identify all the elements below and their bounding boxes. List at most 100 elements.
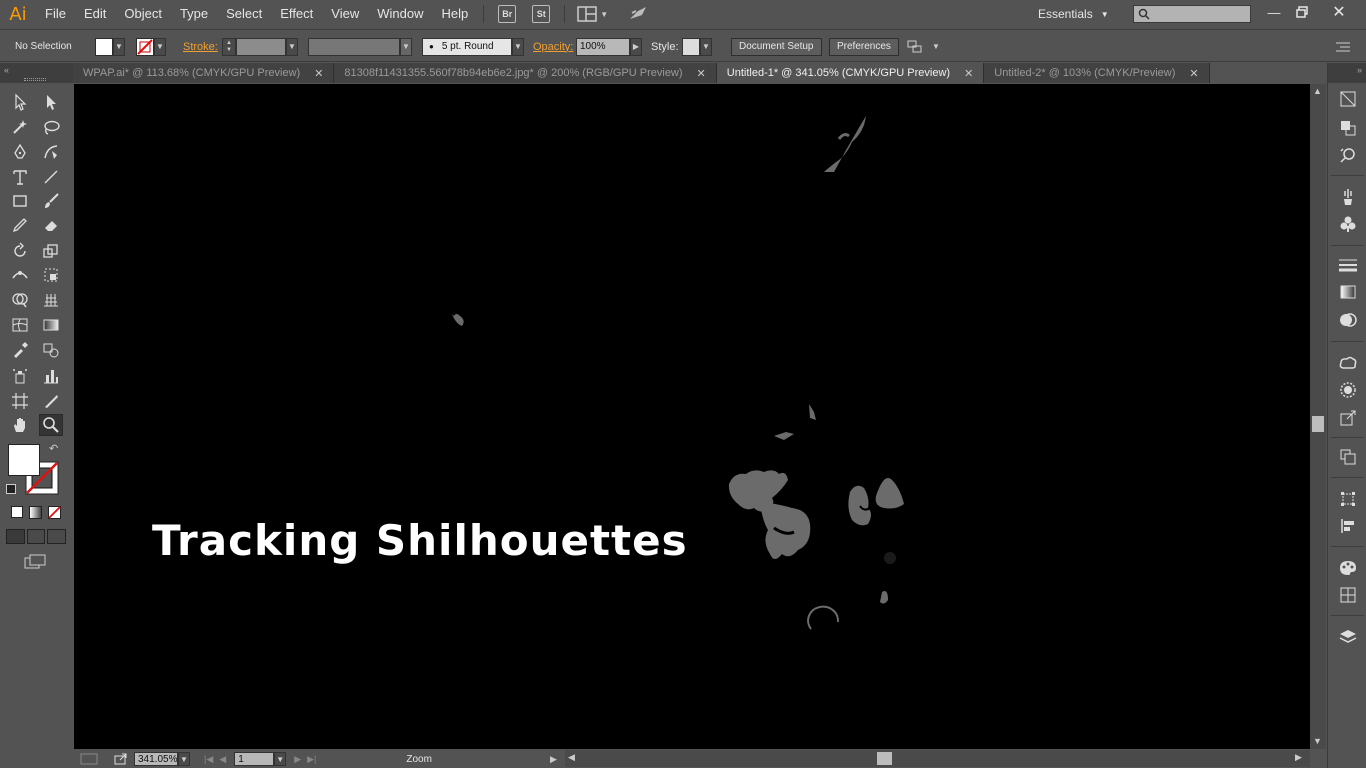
document-setup-button[interactable]: Document Setup	[731, 37, 822, 56]
stroke-weight-input[interactable]	[236, 37, 286, 56]
collapse-icon[interactable]: «	[4, 65, 9, 75]
transform-icon[interactable]	[1338, 118, 1358, 138]
stroke-none-swatch[interactable]	[136, 37, 154, 56]
stroke-label[interactable]: Stroke:	[183, 30, 218, 63]
zoom-tool[interactable]	[39, 414, 63, 436]
horizontal-scrollbar[interactable]: ◀ ▶	[565, 750, 1310, 767]
menu-view[interactable]: View	[322, 0, 368, 28]
menu-type[interactable]: Type	[171, 0, 217, 28]
symbols-icon[interactable]	[1338, 214, 1358, 234]
graphic-style-swatch[interactable]	[682, 37, 700, 56]
arrange-documents-icon[interactable]: ▼	[577, 6, 608, 22]
eraser-tool[interactable]	[39, 214, 63, 236]
stroke-swatch[interactable]: ▼	[136, 30, 166, 63]
chevron-down-icon[interactable]: ▼	[154, 37, 166, 56]
restore-button[interactable]	[1290, 2, 1314, 22]
share-icon[interactable]	[114, 753, 128, 765]
chevron-down-icon[interactable]: ▼	[932, 42, 940, 51]
document-tab-active[interactable]: Untitled-1* @ 341.05% (CMYK/GPU Preview)…	[716, 63, 985, 83]
width-tool[interactable]	[8, 264, 32, 286]
search-input[interactable]	[1133, 5, 1251, 23]
gpu-performance-icon[interactable]	[628, 5, 648, 24]
gradient-tool[interactable]	[39, 314, 63, 336]
brushes-icon[interactable]	[1338, 187, 1358, 207]
stroke-panel-icon[interactable]	[1338, 255, 1358, 275]
artboard-canvas[interactable]: Tracking Shilhouettes	[74, 84, 1310, 749]
preferences-button[interactable]: Preferences	[829, 37, 899, 56]
lasso-tool[interactable]	[39, 116, 63, 138]
chevron-down-icon[interactable]: ▼	[178, 752, 190, 766]
shape-builder-tool[interactable]	[8, 289, 32, 311]
color-guide-icon[interactable]	[1338, 89, 1358, 109]
transparency-icon[interactable]	[1338, 310, 1358, 330]
stepper-icon[interactable]: ▲ ▼	[222, 37, 236, 56]
slice-tool[interactable]	[39, 390, 63, 412]
arrange-icon[interactable]	[906, 39, 924, 55]
menu-window[interactable]: Window	[368, 0, 432, 28]
artboard-nav-icon[interactable]	[80, 753, 98, 765]
hand-tool[interactable]	[8, 414, 32, 436]
variable-width-profile[interactable]: ▼	[308, 30, 412, 63]
mesh-tool[interactable]	[8, 314, 32, 336]
layers-icon[interactable]	[1338, 627, 1358, 647]
close-icon[interactable]: ✕	[697, 67, 706, 80]
blend-tool[interactable]	[39, 339, 63, 361]
close-icon[interactable]: ✕	[964, 67, 973, 80]
status-menu-icon[interactable]: ▶	[550, 754, 557, 765]
appearance-icon[interactable]	[1338, 380, 1358, 400]
draw-inside-icon[interactable]	[47, 529, 67, 544]
selection-tool[interactable]	[8, 91, 32, 113]
document-tab[interactable]: 81308f11431355.560f78b94eb6e2.jpg* @ 200…	[334, 63, 717, 83]
fill-swatch[interactable]: ▼	[95, 30, 125, 63]
artboard-number-input[interactable]: 1	[234, 752, 275, 766]
draw-normal-icon[interactable]	[6, 529, 25, 544]
chevron-down-icon[interactable]: ▼	[512, 37, 524, 56]
rectangle-tool[interactable]	[8, 190, 32, 212]
gradient-panel-icon[interactable]	[1338, 282, 1358, 302]
horizontal-scroll-thumb[interactable]	[877, 752, 892, 765]
direct-selection-tool[interactable]	[39, 91, 63, 113]
chevron-down-icon[interactable]: ▼	[286, 37, 298, 56]
menu-select[interactable]: Select	[217, 0, 271, 28]
first-artboard-icon[interactable]: |◀	[204, 754, 213, 765]
chevron-right-icon[interactable]: ▶	[630, 37, 642, 56]
stock-icon[interactable]: St	[532, 5, 551, 23]
scroll-left-icon[interactable]: ◀	[568, 752, 575, 763]
brush-definition[interactable]: ● 5 pt. Round ▼	[422, 30, 524, 63]
dock-header[interactable]: »	[1328, 63, 1366, 83]
gradient-mode-icon[interactable]	[29, 506, 42, 519]
document-tab[interactable]: Untitled-2* @ 103% (CMYK/Preview) ✕	[984, 63, 1210, 83]
column-graph-tool[interactable]	[39, 365, 63, 387]
bridge-icon[interactable]: Br	[498, 5, 517, 23]
swap-fill-stroke-icon[interactable]: ↶	[49, 442, 58, 455]
none-mode-icon[interactable]	[48, 506, 61, 519]
opacity-label[interactable]: Opacity:	[533, 30, 573, 63]
last-artboard-icon[interactable]: ▶|	[307, 754, 316, 765]
chevron-down-icon[interactable]: ▼	[400, 37, 412, 56]
free-transform-tool[interactable]	[39, 264, 63, 286]
menu-object[interactable]: Object	[115, 0, 171, 28]
tools-panel-header[interactable]: «	[0, 63, 73, 83]
magic-wand-tool[interactable]	[8, 116, 32, 138]
paintbrush-tool[interactable]	[39, 190, 63, 212]
stroke-weight-field[interactable]: ▲ ▼ ▼	[222, 30, 298, 63]
pencil-tool[interactable]	[8, 214, 32, 236]
scroll-up-icon[interactable]: ▲	[1313, 86, 1322, 96]
menu-file[interactable]: File	[36, 0, 75, 28]
minimize-button[interactable]: —	[1262, 2, 1286, 22]
previous-artboard-icon[interactable]: ◀	[219, 754, 226, 765]
zoom-level-input[interactable]: 341.05%	[134, 752, 178, 766]
transform-panel-icon[interactable]	[1338, 489, 1358, 509]
artboards-panel-icon[interactable]	[1338, 447, 1358, 467]
image-trace-icon[interactable]	[1338, 145, 1358, 165]
close-icon[interactable]: ✕	[314, 67, 323, 80]
fill-color-swatch[interactable]	[95, 37, 113, 56]
artboard-tool[interactable]	[8, 390, 32, 412]
width-profile-field[interactable]	[308, 37, 400, 56]
line-segment-tool[interactable]	[39, 166, 63, 188]
chevron-down-icon[interactable]: ▼	[274, 752, 287, 766]
draw-behind-icon[interactable]	[26, 529, 46, 544]
brush-field[interactable]: ● 5 pt. Round	[422, 37, 512, 56]
canvas-title-text[interactable]: Tracking Shilhouettes	[152, 516, 688, 565]
workspace-switcher[interactable]: Essentials ▼	[1038, 5, 1109, 23]
